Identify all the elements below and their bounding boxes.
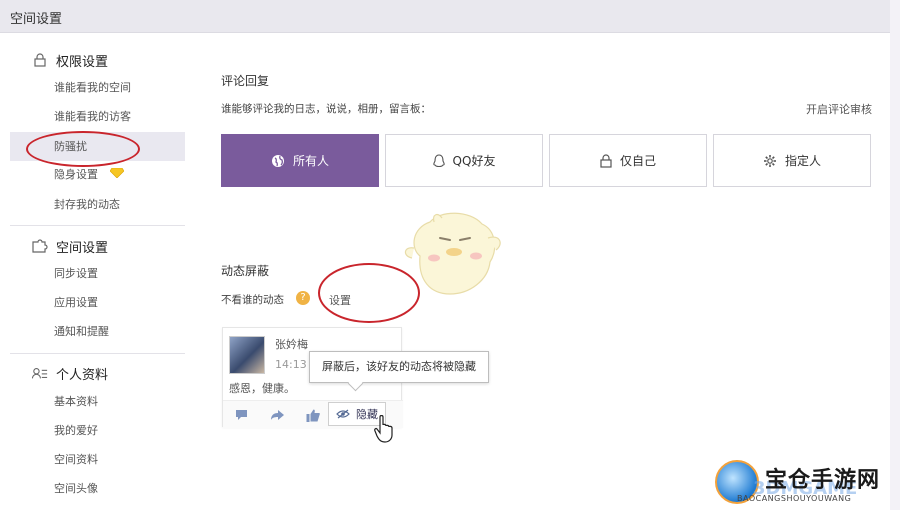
sidebar-item-who-can-view-visitors[interactable]: 谁能看我的访客 (54, 107, 131, 127)
section-permissions: 权限设置 (32, 49, 108, 71)
option-label: 所有人 (292, 154, 329, 168)
help-icon[interactable]: ? (296, 291, 310, 305)
option-qq-friends[interactable]: QQ好友 (385, 134, 543, 187)
sidebar-item-space-info[interactable]: 空间资料 (54, 450, 98, 470)
post-username[interactable]: 张妗梅 (275, 336, 308, 352)
eye-off-icon (336, 409, 350, 419)
sidebar-item-hobbies[interactable]: 我的爱好 (54, 421, 98, 441)
lock-icon (32, 52, 48, 68)
hand-cursor-icon (374, 414, 394, 447)
sidebar-item-notifications[interactable]: 通知和提醒 (54, 322, 109, 342)
sidebar-item-who-can-view-space[interactable]: 谁能看我的空间 (54, 78, 131, 98)
sidebar-item-archive-feeds[interactable]: 封存我的动态 (54, 195, 120, 215)
section-title: 个人资料 (56, 367, 109, 383)
post-text: 感恩，健康。 (229, 382, 295, 395)
watermark-name: 宝仓手游网 (765, 468, 881, 493)
diamond-icon (109, 165, 124, 185)
site-watermark-logo: 3DMGAME 宝仓手游网 BAOCANGSHOUYOUWANG (705, 458, 895, 510)
sidebar: 权限设置 谁能看我的空间 谁能看我的访客 防骚扰 隐身设置 封存我的动态 空间设… (10, 33, 185, 510)
sidebar-item-sync-settings[interactable]: 同步设置 (54, 264, 98, 284)
feed-block-label: 不看谁的动态 (221, 294, 284, 306)
puzzle-icon (32, 238, 48, 254)
section-title: 空间设置 (56, 240, 109, 256)
enable-comment-audit-link[interactable]: 开启评论审核 (806, 101, 872, 117)
highlight-oval (26, 131, 140, 167)
sidebar-item-label: 隐身设置 (54, 168, 98, 181)
watermark-url: BAOCANGSHOUYOUWANG (737, 494, 852, 503)
section-space-settings: 空间设置 (32, 235, 108, 257)
hide-tooltip: 屏蔽后，该好友的动态将被隐藏 (309, 351, 489, 383)
comment-icon[interactable] (233, 408, 249, 422)
window-title: 空间设置 (10, 12, 63, 27)
globe-icon (271, 154, 285, 168)
option-specified-people[interactable]: 指定人 (713, 134, 871, 187)
sidebar-item-space-avatar[interactable]: 空间头像 (54, 479, 98, 499)
sidebar-item-app-settings[interactable]: 应用设置 (54, 293, 98, 313)
post-time: 14:13 (275, 358, 307, 371)
lock-icon (600, 153, 612, 168)
profile-card-icon (32, 365, 48, 381)
sidebar-item-basic-info[interactable]: 基本资料 (54, 392, 98, 412)
like-icon[interactable] (305, 408, 321, 422)
option-label: 指定人 (784, 154, 821, 168)
avatar (229, 336, 265, 374)
gear-icon (763, 154, 777, 168)
share-icon[interactable] (269, 408, 285, 422)
sidebar-item-invisible-settings[interactable]: 隐身设置 (54, 165, 124, 185)
qq-penguin-icon (432, 153, 445, 168)
feed-block-heading: 动态屏蔽 (221, 264, 270, 278)
option-label: QQ好友 (452, 154, 496, 168)
option-label: 仅自己 (619, 154, 656, 168)
option-only-me[interactable]: 仅自己 (549, 134, 707, 187)
window-titlebar: 空间设置 (0, 0, 890, 33)
section-title: 权限设置 (56, 54, 109, 70)
divider (10, 225, 185, 226)
section-profile: 个人资料 (32, 362, 108, 384)
highlight-oval (318, 263, 420, 323)
comment-permission-question: 谁能够评论我的日志，说说，相册，留言板： (221, 103, 431, 115)
comment-reply-heading: 评论回复 (221, 74, 270, 88)
option-everyone[interactable]: 所有人 (221, 134, 379, 187)
divider (10, 353, 185, 354)
